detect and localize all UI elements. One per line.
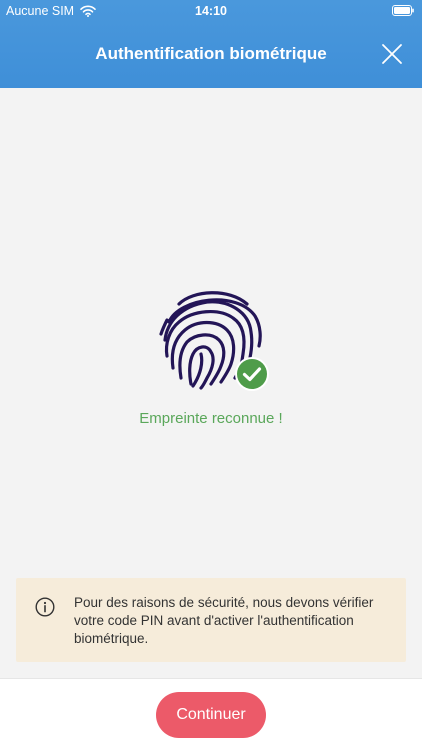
clock: 14:10 <box>195 4 227 18</box>
security-info-box: Pour des raisons de sécurité, nous devon… <box>16 578 406 662</box>
status-bar: Aucune SIM 14:10 <box>0 0 422 22</box>
footer-bar: Continuer <box>0 678 422 750</box>
page-title: Authentification biométrique <box>95 44 327 63</box>
battery-icon <box>392 5 414 16</box>
fingerprint-recognized-message: Empreinte reconnue ! <box>139 410 283 427</box>
check-circle-icon <box>235 357 269 391</box>
continue-button[interactable]: Continuer <box>156 692 266 738</box>
close-icon <box>382 44 402 64</box>
security-info-text: Pour des raisons de sécurité, nous devon… <box>74 595 374 646</box>
close-button[interactable] <box>380 42 404 66</box>
info-icon <box>35 597 55 617</box>
